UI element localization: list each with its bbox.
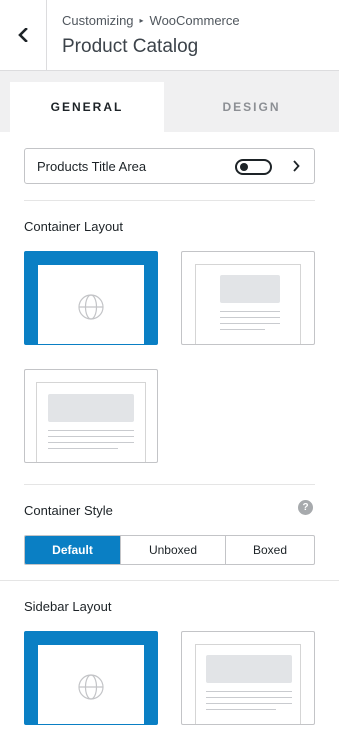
preview-line: [220, 329, 265, 330]
help-icon[interactable]: ?: [298, 500, 313, 515]
back-button[interactable]: [0, 0, 47, 70]
divider: [24, 484, 315, 485]
preview-line: [48, 448, 118, 449]
divider: [24, 200, 315, 201]
sidebar-layout-option-no-sidebar[interactable]: [181, 631, 315, 725]
container-layout-option-contained[interactable]: [24, 369, 158, 463]
products-title-area-toggle[interactable]: [235, 159, 272, 175]
layout-preview: [37, 644, 145, 724]
globe-icon: [78, 293, 104, 320]
chevron-right-icon[interactable]: [292, 160, 300, 172]
sidebar-layout-option-default[interactable]: [24, 631, 158, 725]
products-title-area-row[interactable]: Products Title Area: [24, 148, 315, 184]
breadcrumb-item-woocommerce: WooCommerce: [149, 13, 240, 28]
breadcrumb: Customizing ▸ WooCommerce: [62, 13, 240, 28]
preview-line: [48, 430, 134, 431]
preview-block: [48, 394, 134, 422]
page-title: Product Catalog: [62, 36, 199, 57]
tab-general[interactable]: GENERAL: [10, 82, 164, 132]
layout-preview: [195, 644, 301, 724]
preview-line: [220, 311, 280, 312]
container-layout-label: Container Layout: [24, 219, 124, 234]
preview-line: [206, 691, 292, 692]
preview-line: [220, 323, 280, 324]
layout-preview: [195, 264, 301, 344]
chevron-left-icon: [18, 28, 28, 42]
container-style-label: Container Style: [24, 503, 113, 518]
container-style-option-boxed[interactable]: Boxed: [226, 536, 314, 564]
products-title-area-label: Products Title Area: [37, 158, 147, 174]
preview-line: [220, 317, 280, 318]
toggle-knob: [240, 163, 248, 171]
preview-line: [206, 703, 292, 704]
preview-block: [220, 275, 280, 303]
preview-line: [48, 442, 134, 443]
container-style-option-default[interactable]: Default: [25, 536, 121, 564]
layout-preview: [36, 382, 146, 462]
customizer-header: Customizing ▸ WooCommerce Product Catalo…: [0, 0, 339, 71]
sidebar-layout-label: Sidebar Layout: [24, 599, 112, 614]
tab-design[interactable]: DESIGN: [164, 82, 339, 132]
preview-block: [206, 655, 292, 683]
breadcrumb-item-customizing: Customizing: [62, 13, 134, 28]
container-style-option-unboxed[interactable]: Unboxed: [121, 536, 226, 564]
globe-icon: [78, 673, 104, 700]
preview-line: [48, 436, 134, 437]
divider: [0, 580, 339, 581]
preview-line: [206, 697, 292, 698]
container-style-selector: Default Unboxed Boxed: [24, 535, 315, 565]
container-layout-option-boxed[interactable]: [181, 251, 315, 345]
container-layout-option-full-width[interactable]: [24, 251, 158, 345]
preview-line: [206, 709, 276, 710]
breadcrumb-separator: ▸: [139, 16, 144, 25]
tab-bar: GENERAL DESIGN: [0, 71, 339, 132]
layout-preview: [37, 264, 145, 344]
